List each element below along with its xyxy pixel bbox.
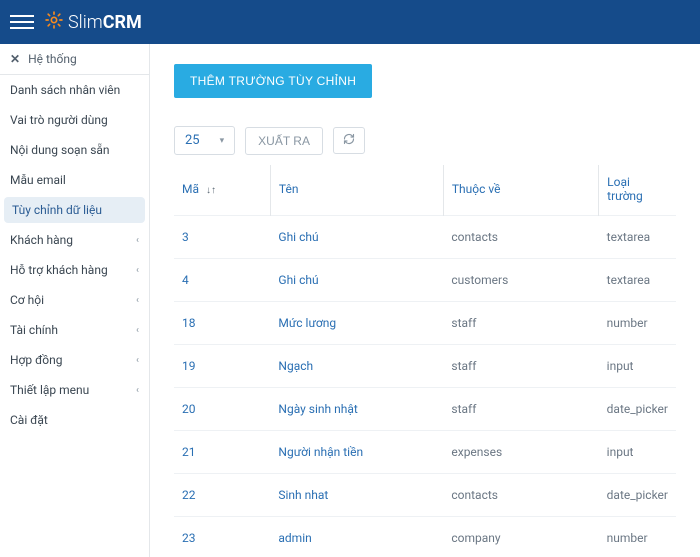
row-belongs-to: customers xyxy=(443,259,598,302)
row-belongs-to: contacts xyxy=(443,216,598,259)
row-name-link[interactable]: Ngày sinh nhật xyxy=(270,388,443,431)
row-field-type: date_picker xyxy=(599,474,676,517)
sidebar-item[interactable]: Nội dung soạn sẵn xyxy=(0,135,149,165)
sidebar-item-label: Thiết lập menu xyxy=(10,383,89,397)
chevron-left-icon: ‹ xyxy=(136,355,139,366)
table-row: 20Ngày sinh nhậtstaffdate_picker xyxy=(174,388,676,431)
gear-icon xyxy=(44,10,68,35)
row-id-link[interactable]: 4 xyxy=(174,259,270,302)
sidebar-item-label: Tùy chỉnh dữ liệu xyxy=(12,203,102,217)
add-custom-field-button[interactable]: THÊM TRƯỜNG TÙY CHỈNH xyxy=(174,64,372,98)
sidebar-item-label: Hợp đồng xyxy=(10,353,63,367)
row-name-link[interactable]: Sinh nhat xyxy=(270,474,443,517)
brand-text-slim: Slim xyxy=(68,12,103,33)
sidebar-item[interactable]: Khách hàng ‹ xyxy=(0,225,149,255)
row-id-link[interactable]: 22 xyxy=(174,474,270,517)
chevron-left-icon: ‹ xyxy=(136,295,139,306)
col-header-belongs-to[interactable]: Thuộc về xyxy=(443,165,598,216)
table-row: 19Ngạchstaffinput xyxy=(174,345,676,388)
row-belongs-to: expenses xyxy=(443,431,598,474)
sidebar: ✕ Hệ thống Danh sách nhân viên Vai trò ng… xyxy=(0,44,150,557)
sidebar-item-label: Khách hàng xyxy=(10,233,73,247)
row-name-link[interactable]: Ghi chú xyxy=(270,259,443,302)
row-field-type: input xyxy=(599,345,676,388)
row-field-type: number xyxy=(599,302,676,345)
page-size-value: 25 xyxy=(185,133,200,148)
sidebar-item-label: Vai trò người dùng xyxy=(10,113,108,127)
sidebar-item[interactable]: Tài chính ‹ xyxy=(0,315,149,345)
sidebar-item[interactable]: Cài đặt xyxy=(0,405,149,435)
chevron-down-icon: ▾ xyxy=(220,136,225,146)
row-belongs-to: contacts xyxy=(443,474,598,517)
row-field-type: textarea xyxy=(599,216,676,259)
table-row: 18Mức lươngstaffnumber xyxy=(174,302,676,345)
table-row: 21Người nhận tiềnexpensesinput xyxy=(174,431,676,474)
table-controls: 25 ▾ XUẤT RA xyxy=(174,126,676,155)
sidebar-item-label: Tài chính xyxy=(10,323,58,337)
row-id-link[interactable]: 19 xyxy=(174,345,270,388)
sidebar-item[interactable]: Cơ hội ‹ xyxy=(0,285,149,315)
row-belongs-to: staff xyxy=(443,345,598,388)
row-name-link[interactable]: Ghi chú xyxy=(270,216,443,259)
sidebar-item[interactable]: Tùy chỉnh dữ liệu xyxy=(4,197,145,223)
brand-text-crm: CRM xyxy=(103,12,142,33)
sidebar-item[interactable]: Mẫu email xyxy=(0,165,149,195)
table-body: 3Ghi chúcontactstextarea4Ghi chúcustomer… xyxy=(174,216,676,557)
chevron-left-icon: ‹ xyxy=(136,325,139,336)
sidebar-item-label: Nội dung soạn sẵn xyxy=(10,143,110,157)
col-header-id[interactable]: Mã ↓↑ xyxy=(174,165,270,216)
table-row: 3Ghi chúcontactstextarea xyxy=(174,216,676,259)
chevron-left-icon: ‹ xyxy=(136,265,139,276)
row-id-link[interactable]: 18 xyxy=(174,302,270,345)
row-id-link[interactable]: 23 xyxy=(174,517,270,557)
sort-asc-icon: ↓↑ xyxy=(206,185,216,196)
row-field-type: date_picker xyxy=(599,388,676,431)
row-name-link[interactable]: admin xyxy=(270,517,443,557)
page-size-select[interactable]: 25 ▾ xyxy=(174,126,235,155)
sidebar-item[interactable]: Thiết lập menu ‹ xyxy=(0,375,149,405)
chevron-left-icon: ‹ xyxy=(136,235,139,246)
sidebar-item-label: Cài đặt xyxy=(10,413,48,427)
row-field-type: input xyxy=(599,431,676,474)
row-field-type: textarea xyxy=(599,259,676,302)
sidebar-item[interactable]: Vai trò người dùng xyxy=(0,105,149,135)
row-belongs-to: company xyxy=(443,517,598,557)
refresh-button[interactable] xyxy=(333,127,365,154)
sidebar-item-label: Danh sách nhân viên xyxy=(10,83,120,97)
row-name-link[interactable]: Mức lương xyxy=(270,302,443,345)
sidebar-item-label: Mẫu email xyxy=(10,173,66,187)
menu-toggle[interactable] xyxy=(10,15,34,29)
row-field-type: number xyxy=(599,517,676,557)
row-name-link[interactable]: Ngạch xyxy=(270,345,443,388)
row-belongs-to: staff xyxy=(443,388,598,431)
row-name-link[interactable]: Người nhận tiền xyxy=(270,431,443,474)
export-button[interactable]: XUẤT RA xyxy=(245,127,323,155)
sidebar-head-label: Hệ thống xyxy=(28,52,77,66)
row-id-link[interactable]: 20 xyxy=(174,388,270,431)
topbar: SlimCRM xyxy=(0,0,700,44)
col-header-name[interactable]: Tên xyxy=(270,165,443,216)
sidebar-item[interactable]: Hỗ trợ khách hàng ‹ xyxy=(0,255,149,285)
sidebar-nav: Danh sách nhân viên Vai trò người dùng Nội… xyxy=(0,75,149,435)
close-icon: ✕ xyxy=(10,52,20,66)
main-content: THÊM TRƯỜNG TÙY CHỈNH 25 ▾ XUẤT RA xyxy=(150,44,700,557)
sidebar-item-label: Hỗ trợ khách hàng xyxy=(10,263,108,277)
refresh-icon xyxy=(343,133,355,148)
sidebar-collapse[interactable]: ✕ Hệ thống xyxy=(0,44,149,75)
row-belongs-to: staff xyxy=(443,302,598,345)
col-header-field-type[interactable]: Loại trường xyxy=(599,165,676,216)
sidebar-item[interactable]: Danh sách nhân viên xyxy=(0,75,149,105)
chevron-left-icon: ‹ xyxy=(136,385,139,396)
table-row: 22Sinh nhatcontactsdate_picker xyxy=(174,474,676,517)
brand: SlimCRM xyxy=(44,10,142,35)
custom-fields-table: Mã ↓↑ Tên Thuộc về Loại trường 3Ghi chúc… xyxy=(174,165,676,557)
table-row: 23admincompanynumber xyxy=(174,517,676,557)
sidebar-item[interactable]: Hợp đồng ‹ xyxy=(0,345,149,375)
sidebar-item-label: Cơ hội xyxy=(10,293,44,307)
table-row: 4Ghi chúcustomerstextarea xyxy=(174,259,676,302)
row-id-link[interactable]: 21 xyxy=(174,431,270,474)
row-id-link[interactable]: 3 xyxy=(174,216,270,259)
